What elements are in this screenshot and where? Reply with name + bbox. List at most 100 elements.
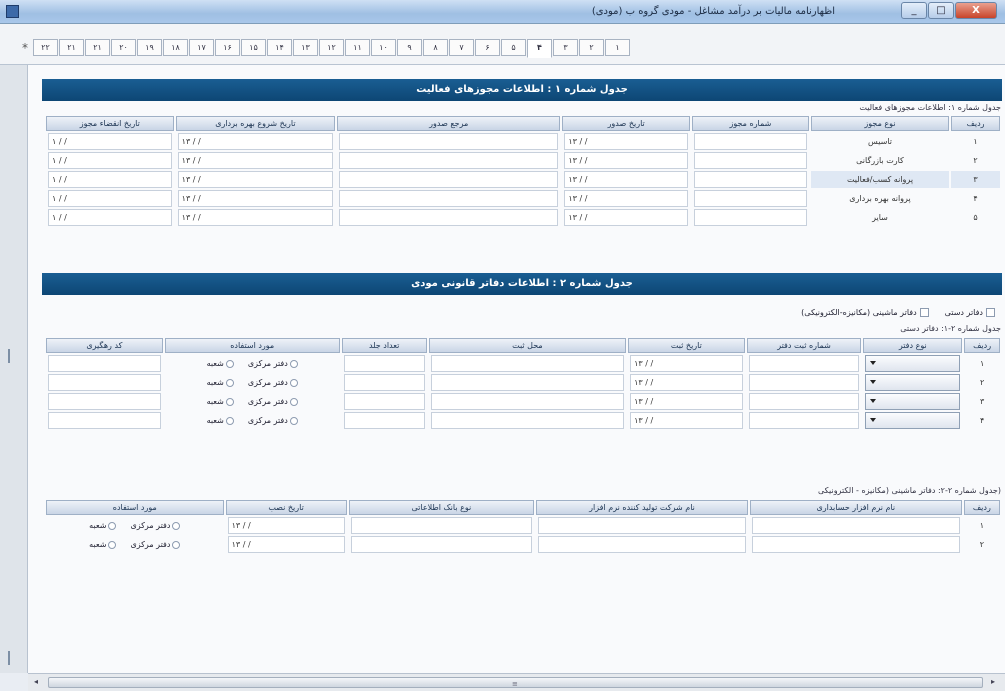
- tab-item[interactable]: ۱۳: [293, 39, 318, 56]
- manual-ledger-checkbox[interactable]: دفاتر دستی: [945, 308, 995, 317]
- expire-date-input[interactable]: ۱ / /: [48, 133, 172, 150]
- database-type-input[interactable]: [350, 517, 533, 534]
- database-type-input[interactable]: [350, 536, 533, 553]
- ledger-type-dropdown[interactable]: [865, 355, 961, 372]
- install-date-input[interactable]: ۱۳ / /: [227, 517, 345, 534]
- minimize-button[interactable]: _: [901, 2, 927, 19]
- volume-count-input[interactable]: [343, 412, 425, 429]
- tab-item[interactable]: ۲۲: [33, 39, 58, 56]
- issuer-input[interactable]: [339, 171, 559, 188]
- tab-item[interactable]: ۲: [579, 39, 604, 56]
- expire-date-input[interactable]: ۱ / /: [48, 171, 172, 188]
- ledger-number-input[interactable]: [748, 412, 860, 429]
- software-name-input[interactable]: [751, 517, 960, 534]
- issuer-input[interactable]: [339, 209, 559, 226]
- start-date-input[interactable]: ۱۳ / /: [177, 190, 334, 207]
- tracking-code-input[interactable]: [48, 412, 161, 429]
- tab-item[interactable]: ۱۶: [215, 39, 240, 56]
- expire-date-input[interactable]: ۱ / /: [48, 209, 172, 226]
- volume-count-input[interactable]: [343, 355, 425, 372]
- scroll-left-icon[interactable]: ◂: [34, 677, 38, 686]
- tab-item[interactable]: ۳: [553, 39, 578, 56]
- tab-item[interactable]: ۱۷: [189, 39, 214, 56]
- tab-item[interactable]: ۵: [501, 39, 526, 56]
- start-date-input[interactable]: ۱۳ / /: [177, 133, 334, 150]
- software-name-input[interactable]: [751, 536, 960, 553]
- branch-radio[interactable]: شعبه: [207, 397, 234, 406]
- central-office-radio[interactable]: دفتر مرکزی: [248, 378, 298, 387]
- central-office-radio[interactable]: دفتر مرکزی: [248, 397, 298, 406]
- ledger-number-input[interactable]: [748, 374, 860, 391]
- issue-date-input[interactable]: ۱۳ / /: [564, 209, 688, 226]
- license-number-input[interactable]: [693, 209, 807, 226]
- registration-place-input[interactable]: [430, 412, 625, 429]
- tab-item[interactable]: ۲۱: [85, 39, 110, 56]
- software-company-input[interactable]: [538, 536, 746, 553]
- machine-ledger-checkbox[interactable]: دفاتر ماشینی (مکانیزه-الکترونیکی): [801, 308, 929, 317]
- registration-date-input[interactable]: ۱۳ / /: [630, 393, 743, 410]
- license-number-input[interactable]: [693, 190, 807, 207]
- tab-item[interactable]: ۱۹: [137, 39, 162, 56]
- branch-radio[interactable]: شعبه: [89, 540, 117, 549]
- tab-item[interactable]: ۶: [475, 39, 500, 56]
- issue-date-input[interactable]: ۱۳ / /: [564, 133, 688, 150]
- tab-item[interactable]: ۲۰: [111, 39, 136, 56]
- software-company-input[interactable]: [538, 517, 746, 534]
- volume-count-input[interactable]: [343, 374, 425, 391]
- tracking-code-input[interactable]: [48, 355, 161, 372]
- issue-date-input[interactable]: ۱۳ / /: [564, 152, 688, 169]
- tab-item[interactable]: ۲۱: [59, 39, 84, 56]
- central-office-radio[interactable]: دفتر مرکزی: [248, 359, 298, 368]
- tracking-code-input[interactable]: [48, 374, 161, 391]
- start-date-input[interactable]: ۱۳ / /: [177, 171, 334, 188]
- install-date-input[interactable]: ۱۳ / /: [227, 536, 345, 553]
- issuer-input[interactable]: [339, 152, 559, 169]
- start-date-input[interactable]: ۱۳ / /: [177, 209, 334, 226]
- central-office-radio[interactable]: دفتر مرکزی: [248, 416, 298, 425]
- registration-place-input[interactable]: [430, 355, 625, 372]
- registration-date-input[interactable]: ۱۳ / /: [630, 374, 743, 391]
- tab-item[interactable]: ۱۱: [345, 39, 370, 56]
- ledger-type-dropdown[interactable]: [865, 374, 961, 391]
- horizontal-scrollbar[interactable]: ◂ ≡ ▸: [28, 673, 1005, 691]
- tab-item[interactable]: ۸: [423, 39, 448, 56]
- expire-date-input[interactable]: ۱ / /: [48, 190, 172, 207]
- volume-count-input[interactable]: [343, 393, 425, 410]
- ledger-number-input[interactable]: [748, 355, 860, 372]
- tab-item[interactable]: ۷: [449, 39, 474, 56]
- license-number-input[interactable]: [693, 171, 807, 188]
- scroll-right-icon[interactable]: ▸: [991, 677, 995, 686]
- tab-item[interactable]: ۱۲: [319, 39, 344, 56]
- tab-item[interactable]: ۱۸: [163, 39, 188, 56]
- tab-item[interactable]: ۹: [397, 39, 422, 56]
- tracking-code-input[interactable]: [48, 393, 161, 410]
- registration-place-input[interactable]: [430, 393, 625, 410]
- branch-radio[interactable]: شعبه: [207, 378, 234, 387]
- license-number-input[interactable]: [693, 133, 807, 150]
- registration-date-input[interactable]: ۱۳ / /: [630, 355, 743, 372]
- license-number-input[interactable]: [693, 152, 807, 169]
- tab-item[interactable]: ۱: [605, 39, 630, 56]
- ledger-type-dropdown[interactable]: [865, 412, 961, 429]
- tab-item[interactable]: ۱۰: [371, 39, 396, 56]
- start-date-input[interactable]: ۱۳ / /: [177, 152, 334, 169]
- central-office-radio[interactable]: دفتر مرکزی: [130, 540, 181, 549]
- issue-date-input[interactable]: ۱۳ / /: [564, 190, 688, 207]
- central-office-radio[interactable]: دفتر مرکزی: [130, 521, 181, 530]
- issue-date-input[interactable]: ۱۳ / /: [564, 171, 688, 188]
- branch-radio[interactable]: شعبه: [207, 416, 234, 425]
- tab-item[interactable]: ۱۴: [267, 39, 292, 56]
- maximize-button[interactable]: □: [928, 2, 954, 19]
- branch-radio[interactable]: شعبه: [207, 359, 234, 368]
- ledger-type-dropdown[interactable]: [865, 393, 961, 410]
- ledger-number-input[interactable]: [748, 393, 860, 410]
- tab-item[interactable]: ۴: [527, 39, 552, 58]
- registration-place-input[interactable]: [430, 374, 625, 391]
- close-button[interactable]: X: [955, 2, 997, 19]
- expire-date-input[interactable]: ۱ / /: [48, 152, 172, 169]
- issuer-input[interactable]: [339, 133, 559, 150]
- tab-item[interactable]: ۱۵: [241, 39, 266, 56]
- issuer-input[interactable]: [339, 190, 559, 207]
- branch-radio[interactable]: شعبه: [89, 521, 117, 530]
- registration-date-input[interactable]: ۱۳ / /: [630, 412, 743, 429]
